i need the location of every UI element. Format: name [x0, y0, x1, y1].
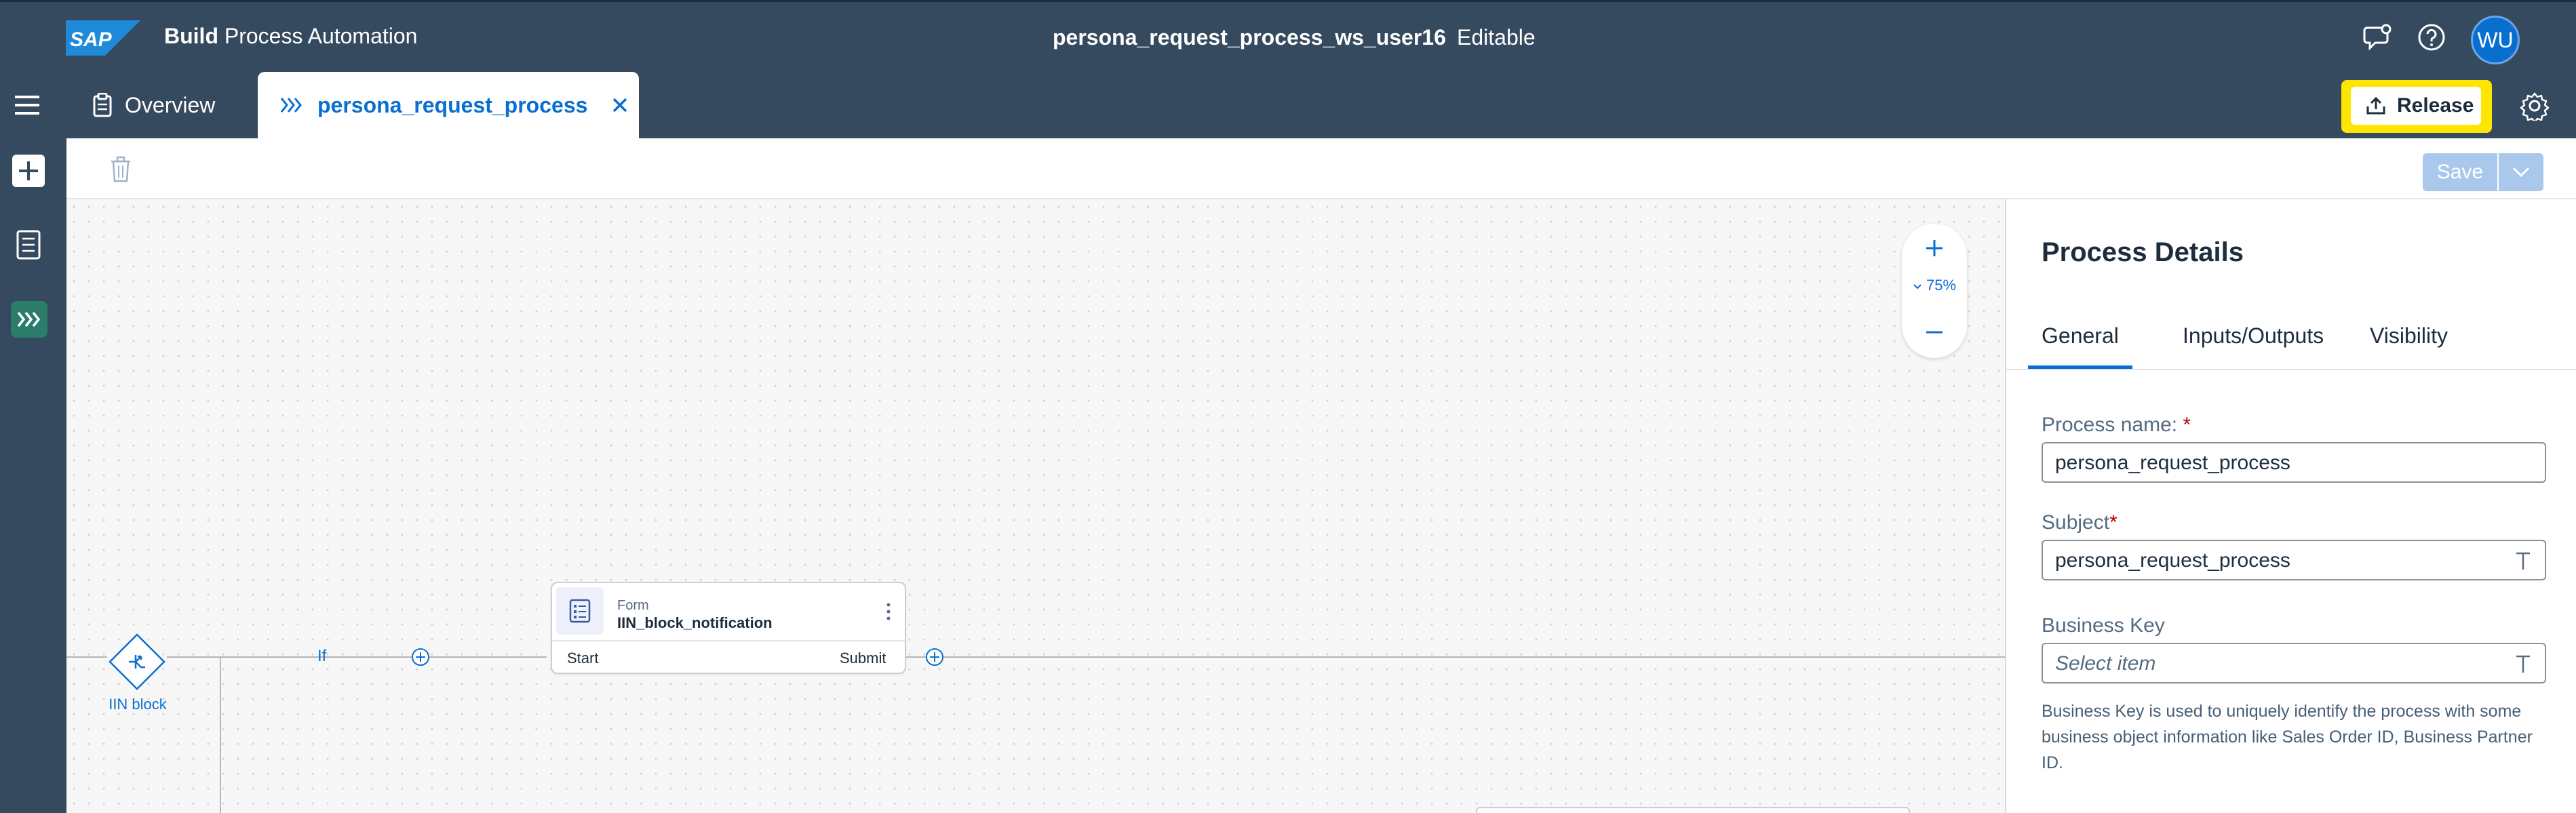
form-step-submit: Submit: [840, 650, 886, 667]
tab-overview[interactable]: Overview: [92, 72, 215, 138]
svg-text:SAP: SAP: [70, 28, 113, 51]
text-format-icon[interactable]: [2514, 548, 2533, 572]
gear-icon[interactable]: [2520, 91, 2550, 121]
close-icon[interactable]: [610, 96, 629, 115]
menu-icon[interactable]: [14, 92, 41, 118]
release-highlight: Release: [2341, 80, 2492, 133]
tab-process-label: persona_request_process: [317, 92, 588, 117]
tab-bar: Overview persona_request_process Release: [0, 72, 2576, 138]
connector-line: [220, 656, 221, 813]
form-list-icon[interactable]: [15, 229, 42, 260]
business-key-help: Business Key is used to uniquely identif…: [2042, 702, 2533, 772]
sap-logo[interactable]: SAP: [66, 20, 140, 56]
panel-title: Process Details: [2042, 237, 2244, 267]
add-step-icon[interactable]: [411, 648, 430, 667]
trash-icon[interactable]: [109, 156, 133, 183]
partial-node[interactable]: [1476, 807, 1910, 813]
tab-process[interactable]: persona_request_process: [258, 72, 639, 138]
subject-value: persona_request_process: [2055, 549, 2290, 572]
upload-icon: [2366, 96, 2385, 115]
add-icon[interactable]: [12, 155, 45, 187]
zoom-out-icon[interactable]: [1921, 319, 1948, 346]
save-menu-button[interactable]: [2497, 153, 2543, 191]
process-details-panel: Process Details General Inputs/Outputs V…: [2005, 199, 2576, 813]
release-button[interactable]: Release: [2351, 87, 2481, 125]
tab-inputs-outputs[interactable]: Inputs/Outputs: [2183, 320, 2324, 369]
help-icon[interactable]: [2417, 22, 2446, 52]
business-key-placeholder: Select item: [2055, 652, 2156, 675]
project-status: Editable: [1457, 25, 1536, 49]
form-icon-container: [556, 587, 604, 635]
zoom-level[interactable]: 75%: [1902, 277, 1967, 294]
release-label: Release: [2397, 94, 2474, 117]
process-rail-icon[interactable]: [11, 301, 47, 338]
product-name: Build Process Automation: [164, 24, 418, 48]
form-icon: [569, 599, 591, 623]
zoom-control: 75%: [1902, 224, 1967, 358]
subject-label: Subject*: [2042, 511, 2118, 534]
text-format-icon[interactable]: [2514, 651, 2533, 675]
save-group: Save: [2423, 153, 2545, 191]
branch-condition-label[interactable]: If: [317, 647, 326, 666]
feedback-icon[interactable]: [2363, 22, 2393, 52]
form-step-divider: [552, 640, 905, 641]
form-step-name: IIN_block_notification: [617, 614, 773, 631]
gateway-label: IIN block: [109, 696, 167, 713]
more-options-icon[interactable]: [882, 598, 895, 625]
project-name: persona_request_process_ws_user16: [1053, 25, 1446, 49]
process-name-field[interactable]: persona_request_process: [2042, 442, 2546, 483]
tab-visibility[interactable]: Visibility: [2370, 320, 2448, 369]
chevron-down-icon: [2512, 167, 2530, 178]
zoom-in-icon[interactable]: [1921, 235, 1948, 262]
tab-overview-label: Overview: [125, 92, 216, 117]
chevron-down-icon: [1913, 284, 1921, 290]
connector-line: [906, 656, 2005, 658]
clipboard-icon: [93, 93, 112, 117]
shell-header: SAP Build Process Automation persona_req…: [0, 0, 2576, 72]
editor-toolbar: Save: [66, 138, 2576, 199]
left-rail: [0, 138, 66, 813]
process-canvas[interactable]: 75% IIN block If Form IIN_block_notifica…: [66, 199, 2005, 813]
add-step-icon[interactable]: [925, 648, 944, 667]
business-key-label: Business Key: [2042, 614, 2165, 637]
gateway-node[interactable]: [109, 633, 165, 690]
subject-field[interactable]: persona_request_process: [2042, 540, 2546, 580]
process-icon: [280, 98, 302, 113]
panel-tabs: General Inputs/Outputs Visibility: [2006, 320, 2576, 370]
business-key-field[interactable]: Select item: [2042, 643, 2546, 683]
save-button[interactable]: Save: [2423, 153, 2497, 191]
process-name-label: Process name: *: [2042, 414, 2191, 436]
zoom-level-value: 75%: [1926, 277, 1957, 294]
connector-line: [167, 656, 547, 658]
user-avatar[interactable]: WU: [2471, 16, 2520, 64]
form-step-node[interactable]: Form IIN_block_notification Start Submit: [551, 582, 906, 674]
form-step-type: Form: [617, 598, 649, 613]
tab-general[interactable]: General: [2028, 320, 2132, 369]
connector-line: [66, 656, 107, 658]
form-step-start: Start: [567, 650, 599, 667]
